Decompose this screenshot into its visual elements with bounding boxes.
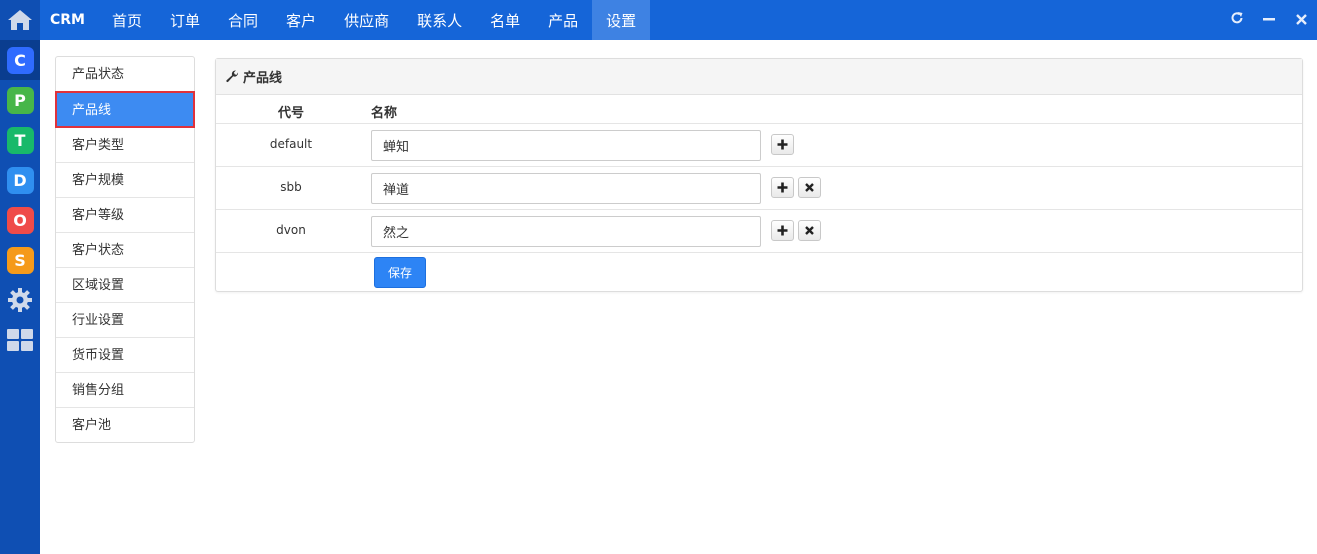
brand-label: CRM — [50, 12, 85, 28]
nav-item-customers[interactable]: 客户 — [272, 0, 330, 40]
table-header-row: 代号 名称 — [216, 95, 1302, 124]
product-line-panel: 产品线 代号 名称 default sbb dvon 保存 — [215, 58, 1303, 292]
apps-grid-icon[interactable] — [0, 320, 40, 360]
row-name-input[interactable] — [371, 173, 761, 204]
side-item-customer-type[interactable]: 客户类型 — [56, 127, 194, 162]
side-item-currency[interactable]: 货币设置 — [56, 337, 194, 372]
dock-app-team[interactable]: T — [0, 120, 40, 160]
crm-app-icon: C — [6, 46, 34, 74]
pms-app-icon: P — [6, 86, 34, 114]
panel-title: 产品线 — [243, 71, 283, 86]
panel-header: 产品线 — [216, 59, 1302, 95]
table-row: sbb — [216, 167, 1302, 210]
row-code: default — [269, 137, 313, 151]
dock-app-cash[interactable]: S — [0, 240, 40, 280]
row-name-input[interactable] — [371, 130, 761, 161]
top-nav-bar: CRM 首页 订单 合同 客户 供应商 联系人 名单 产品 设置 — [40, 0, 1317, 40]
team-app-icon: T — [6, 126, 34, 154]
side-item-customer-level[interactable]: 客户等级 — [56, 197, 194, 232]
refresh-icon[interactable] — [1229, 11, 1245, 29]
side-item-sales-group[interactable]: 销售分组 — [56, 372, 194, 407]
side-item-region[interactable]: 区域设置 — [56, 267, 194, 302]
table-row: default — [216, 124, 1302, 167]
side-item-industry[interactable]: 行业设置 — [56, 302, 194, 337]
side-item-product-line[interactable]: 产品线 — [55, 91, 195, 128]
oa-app-icon: O — [6, 206, 34, 234]
settings-side-menu: 产品状态 产品线 客户类型 客户规模 客户等级 客户状态 区域设置 行业设置 货… — [55, 56, 195, 443]
delete-row-button[interactable] — [798, 177, 821, 198]
row-code: dvon — [276, 223, 306, 237]
side-item-customer-pool[interactable]: 客户池 — [56, 407, 194, 442]
nav-item-products[interactable]: 产品 — [534, 0, 592, 40]
save-button[interactable]: 保存 — [374, 257, 426, 288]
nav-item-home[interactable]: 首页 — [98, 0, 156, 40]
remove-icon — [805, 226, 814, 235]
dock-app-crm[interactable]: C — [0, 40, 40, 80]
nav-item-suppliers[interactable]: 供应商 — [330, 0, 403, 40]
nav-item-orders[interactable]: 订单 — [156, 0, 214, 40]
home-icon[interactable] — [0, 0, 40, 40]
table-footer-row: 保存 — [216, 253, 1302, 292]
minimize-icon[interactable] — [1261, 11, 1277, 29]
nav-item-leads[interactable]: 名单 — [476, 0, 534, 40]
app-dock: C P T D O S — [0, 0, 40, 554]
nav-item-contacts[interactable]: 联系人 — [403, 0, 476, 40]
row-name-input[interactable] — [371, 216, 761, 247]
dock-app-pms[interactable]: P — [0, 80, 40, 120]
dock-app-doc[interactable]: D — [0, 160, 40, 200]
column-header-code: 代号 — [277, 106, 304, 121]
window-actions — [1229, 0, 1309, 40]
doc-app-icon: D — [6, 166, 34, 194]
table-row: dvon — [216, 210, 1302, 253]
add-row-button[interactable] — [771, 220, 794, 241]
plus-icon — [777, 139, 788, 150]
side-item-customer-status[interactable]: 客户状态 — [56, 232, 194, 267]
plus-icon — [777, 182, 788, 193]
side-item-customer-size[interactable]: 客户规模 — [56, 162, 194, 197]
plus-icon — [777, 225, 788, 236]
delete-row-button[interactable] — [798, 220, 821, 241]
close-icon[interactable] — [1293, 11, 1309, 29]
add-row-button[interactable] — [771, 177, 794, 198]
settings-gear-icon[interactable] — [0, 280, 40, 320]
wrench-icon — [226, 70, 239, 83]
remove-icon — [805, 183, 814, 192]
add-row-button[interactable] — [771, 134, 794, 155]
dock-app-oa[interactable]: O — [0, 200, 40, 240]
nav-item-contracts[interactable]: 合同 — [214, 0, 272, 40]
row-code: sbb — [280, 180, 302, 194]
side-item-product-status[interactable]: 产品状态 — [56, 57, 194, 92]
nav-item-settings[interactable]: 设置 — [592, 0, 651, 40]
column-header-name: 名称 — [371, 106, 398, 121]
cash-app-icon: S — [6, 246, 34, 274]
